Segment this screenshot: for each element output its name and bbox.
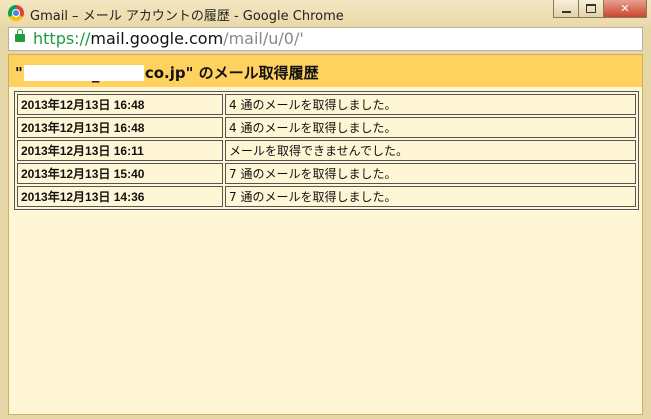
table-row: 2013年12月13日 16:11 メールを取得できませんでした。 — [17, 140, 636, 161]
history-date-cell: 2013年12月13日 16:48 — [17, 117, 223, 138]
history-table: 2013年12月13日 16:48 4 通のメールを取得しました。 2013年12月… — [14, 91, 639, 210]
table-row: 2013年12月13日 15:40 7 通のメールを取得しました。 — [17, 163, 636, 184]
redacted-account-name: _ — [23, 64, 144, 81]
address-bar[interactable]: https://mail.google.com/mail/u/0/' — [8, 27, 643, 51]
history-message-cell: 4 通のメールを取得しました。 — [225, 94, 636, 115]
history-message-cell: メールを取得できませんでした。 — [225, 140, 636, 161]
url-scheme: https:// — [33, 29, 91, 48]
maximize-button[interactable] — [578, 0, 604, 18]
history-message-cell: 4 通のメールを取得しました。 — [225, 117, 636, 138]
url-host: mail.google.com — [90, 29, 224, 48]
close-button[interactable]: ✕ — [603, 0, 647, 18]
table-row: 2013年12月13日 14:36 7 通のメールを取得しました。 — [17, 186, 636, 207]
window-title: Gmail – メール アカウントの履歴 - Google Chrome — [30, 9, 344, 24]
page-header: " _ co.jp" のメール取得履歴 — [9, 55, 642, 87]
history-date-cell: 2013年12月13日 16:48 — [17, 94, 223, 115]
history-date-cell: 2013年12月13日 16:11 — [17, 140, 223, 161]
history-message-cell: 7 通のメールを取得しました。 — [225, 186, 636, 207]
title-prefix: " — [15, 63, 23, 82]
history-date-cell: 2013年12月13日 14:36 — [17, 186, 223, 207]
history-message-cell: 7 通のメールを取得しました。 — [225, 163, 636, 184]
title-suffix: co.jp" のメール取得履歴 — [144, 64, 319, 82]
window-controls: ✕ — [553, 0, 647, 20]
close-icon: ✕ — [620, 2, 630, 15]
chrome-logo-icon — [8, 5, 24, 21]
page-title: " _ co.jp" のメール取得履歴 — [15, 62, 319, 83]
minimize-button[interactable] — [553, 0, 579, 18]
table-row: 2013年12月13日 16:48 4 通のメールを取得しました。 — [17, 94, 636, 115]
page-content: " _ co.jp" のメール取得履歴 2013年12月13日 16:48 4 通… — [8, 54, 643, 415]
lock-icon — [15, 29, 25, 42]
url-text[interactable]: https://mail.google.com/mail/u/0/' — [33, 29, 304, 48]
title-bar[interactable]: Gmail – メール アカウントの履歴 - Google Chrome ✕ — [0, 0, 651, 26]
history-date-cell: 2013年12月13日 15:40 — [17, 163, 223, 184]
table-row: 2013年12月13日 16:48 4 通のメールを取得しました。 — [17, 117, 636, 138]
browser-window: Gmail – メール アカウントの履歴 - Google Chrome ✕ h… — [0, 0, 651, 419]
url-path: /mail/u/0/' — [223, 29, 304, 48]
